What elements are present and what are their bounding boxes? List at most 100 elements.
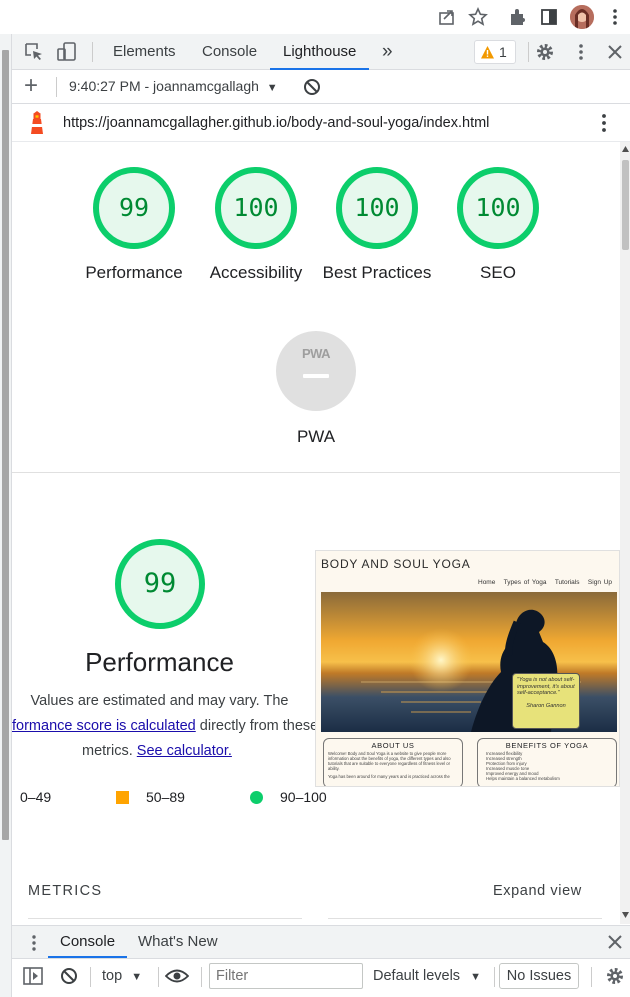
tab-lighthouse[interactable]: Lighthouse [270,34,370,70]
performance-gauge[interactable]: 99 [93,167,175,249]
best-practices-gauge[interactable]: 100 [336,167,418,249]
divider [92,42,93,62]
console-toolbar: top ▼ Default levels ▼ No Issues [12,959,630,997]
thumb-quote-author: Sharon Gannon [526,702,566,709]
report-scrollbar[interactable] [620,142,630,924]
performance-description-line1: Values are estimated and may vary. The [30,693,289,709]
context-selector[interactable]: top ▼ [102,968,142,984]
performance-description-text: directly from these [195,718,319,734]
close-drawer-icon[interactable] [607,934,623,950]
performance-section-score: 99 [143,568,177,599]
tab-elements[interactable]: Elements [113,34,176,70]
metrics-heading: METRICS [28,883,103,899]
performance-description-metrics: metrics. [82,743,133,759]
warning-icon [481,46,494,59]
new-report-button[interactable]: + [24,72,38,100]
report-url: https://joannamcgallagher.github.io/body… [63,115,490,131]
profile-avatar[interactable] [570,5,594,29]
pwa-dash [303,374,329,378]
square-icon [116,791,129,804]
left-scrollbar[interactable] [0,34,12,997]
chevron-down-icon: ▼ [131,971,143,983]
seo-gauge[interactable]: 100 [457,167,539,249]
scrollbar-thumb[interactable] [622,160,629,250]
see-calculator-link[interactable]: See calculator. [137,743,232,759]
thumb-benefit: Helps maintain a balanced metabolism [486,776,560,781]
report-selector[interactable]: 9:40:27 PM - joannamcgallagh ▼ [69,78,278,94]
clear-reports-icon[interactable] [303,78,321,96]
thumb-about-text2: Yoga has been around for many years and … [328,774,450,779]
legend-fail: 0–49 [20,789,51,805]
drawer-menu-icon[interactable] [27,934,41,952]
device-toolbar-icon[interactable] [56,41,78,63]
accessibility-gauge[interactable]: 100 [215,167,297,249]
thumb-benefits-list: Increased flexibility Increased strength… [478,750,616,782]
report-url-bar: https://joannamcgallagher.github.io/body… [12,104,630,142]
score-calculated-link[interactable]: formance score is calculated [12,718,196,734]
drawer-tab-console[interactable]: Console [48,926,128,958]
devtools-tab-bar: Elements Console Lighthouse » 1 [12,34,630,70]
expand-view-button[interactable]: Expand view [493,883,582,899]
live-expression-eye-icon[interactable] [165,967,189,985]
issues-badge[interactable]: 1 [474,40,516,64]
legend-fail-range: 0–49 [20,789,52,805]
divider [201,967,202,987]
divider [528,42,529,62]
lighthouse-logo-icon [27,111,47,135]
report-selector-value: 9:40:27 PM - joannamcgallagh [69,78,259,94]
inspect-element-icon[interactable] [24,42,44,62]
thumb-nav-types: Types of Yoga [503,579,547,586]
thumb-about-heading: ABOUT US [371,741,415,750]
final-screenshot[interactable]: BODY AND SOUL YOGA Home Types of Yoga Tu… [315,550,620,787]
thumb-quote-box: "Yoga is not about self-improvement, it'… [512,673,580,729]
thumb-benefits-box: BENEFITS OF YOGA Increased flexibility I… [477,738,617,786]
issues-button[interactable]: No Issues [499,963,579,989]
star-icon[interactable] [467,6,489,28]
drawer-tab-bar: Console What's New [12,925,630,959]
divider [12,472,620,473]
performance-gauge-label: Performance [85,263,183,282]
tab-console[interactable]: Console [202,34,257,70]
thumb-about-text: Welcome! Body and Soul Yoga is a website… [328,751,451,771]
more-icon[interactable] [604,6,626,28]
thumb-benefits-heading: BENEFITS OF YOGA [505,741,589,750]
divider [591,967,592,987]
divider [28,918,302,919]
drawer-tab-whats-new[interactable]: What's New [138,926,218,958]
thumb-nav: Home Types of Yoga Tutorials Sign Up [478,579,612,586]
legend-pass-range: 90–100 [280,789,327,805]
report-menu-icon[interactable] [595,113,613,133]
performance-score: 99 [118,193,150,222]
seo-score: 100 [475,193,521,222]
divider [158,967,159,987]
log-levels-value: Default levels [373,968,461,984]
extensions-icon[interactable] [506,6,528,28]
browser-toolbar [0,0,630,34]
scrollbar-thumb[interactable] [2,50,9,840]
pwa-badge: PWA [301,346,331,361]
performance-section-gauge[interactable]: 99 [115,539,205,629]
share-icon[interactable] [436,6,458,28]
settings-icon[interactable] [535,42,555,62]
console-settings-icon[interactable] [605,966,625,986]
lighthouse-toolbar: + 9:40:27 PM - joannamcgallagh ▼ [12,70,630,104]
best-practices-gauge-label: Best Practices [322,263,432,282]
more-tabs-button[interactable]: » [382,34,393,70]
context-selector-value: top [102,968,123,984]
console-filter-input[interactable] [209,963,363,989]
sidebar-toggle-icon[interactable] [23,967,43,985]
seo-gauge-label: SEO [480,263,516,282]
best-practices-score: 100 [354,193,400,222]
pwa-gauge[interactable]: PWA [276,331,356,411]
log-levels-dropdown[interactable]: Default levels ▼ [373,968,481,984]
divider [328,918,602,919]
legend-average-range: 50–89 [146,789,185,805]
sidepanel-icon[interactable] [538,6,560,28]
close-devtools-icon[interactable] [606,43,624,61]
divider [494,967,495,987]
circle-icon [250,791,263,804]
devtools-menu-icon[interactable] [571,42,591,62]
thumb-nav-tutorials: Tutorials [554,579,580,586]
clear-console-icon[interactable] [60,967,78,985]
legend-average: 50–89 [116,789,185,805]
